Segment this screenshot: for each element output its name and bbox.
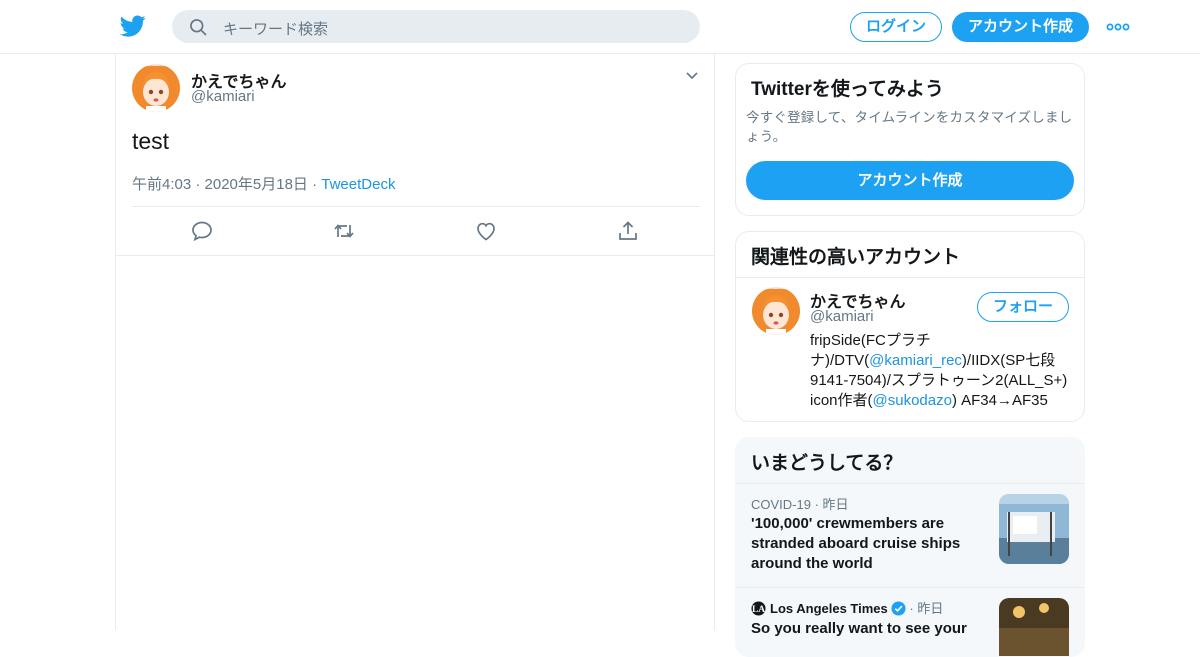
tweet-source-link[interactable]: TweetDeck bbox=[321, 176, 395, 193]
search-input[interactable]: キーワード検索 bbox=[223, 18, 328, 39]
retweet-icon[interactable] bbox=[332, 219, 356, 243]
svg-text:LA: LA bbox=[752, 605, 765, 615]
related-account-handle[interactable]: @kamiari bbox=[810, 308, 874, 325]
tweet-actions bbox=[116, 207, 714, 255]
trend-headline: '100,000' crewmembers are stranded aboar… bbox=[751, 515, 961, 572]
signup-card: Twitterを使ってみよう 今すぐ登録して、タイムラインをカスタマイズしましょ… bbox=[735, 63, 1085, 216]
trends-card: いまどうしてる？ COVID-19 · 昨日 '100,000' crewmem… bbox=[735, 437, 1085, 657]
related-account-bio: fripSide(FCプラチナ)/DTV(@kamiari_rec)/IIDX(… bbox=[810, 331, 1072, 411]
publisher-name[interactable]: Los Angeles Times bbox=[770, 601, 888, 616]
divider bbox=[736, 277, 1084, 278]
reply-icon[interactable] bbox=[190, 219, 214, 243]
like-icon[interactable] bbox=[474, 219, 498, 243]
bio-mention-link[interactable]: @kamiari_rec bbox=[869, 352, 962, 369]
avatar[interactable] bbox=[752, 287, 800, 335]
signup-card-button[interactable]: アカウント作成 bbox=[746, 161, 1074, 200]
trend-time: · 昨日 bbox=[905, 601, 944, 616]
trend-thumbnail bbox=[999, 494, 1069, 564]
avatar[interactable] bbox=[132, 64, 180, 112]
tweet-text: test bbox=[132, 128, 170, 154]
signup-button[interactable]: アカウント作成 bbox=[952, 12, 1089, 42]
verified-badge-icon bbox=[891, 601, 906, 616]
chevron-down-icon[interactable] bbox=[684, 68, 700, 84]
tweet-timestamp: 午前4:03 · 2020年5月18日 · TweetDeck bbox=[132, 173, 395, 194]
tweet-date[interactable]: 午前4:03 · 2020年5月18日 · bbox=[132, 176, 321, 193]
top-nav-bar: キーワード検索 ログイン アカウント作成 bbox=[0, 0, 1200, 54]
tweet-author-handle[interactable]: @kamiari bbox=[191, 88, 255, 105]
trend-item[interactable]: LA Los Angeles Times · 昨日 So you really … bbox=[736, 588, 1084, 656]
twitter-bird-icon[interactable] bbox=[120, 13, 146, 39]
search-bar[interactable]: キーワード検索 bbox=[172, 10, 700, 43]
login-button[interactable]: ログイン bbox=[850, 12, 942, 42]
trend-item[interactable]: COVID-19 · 昨日 '100,000' crewmembers are … bbox=[736, 484, 1084, 587]
more-dots-icon[interactable] bbox=[1106, 19, 1130, 35]
related-accounts-card: 関連性の高いアカウント かえでちゃん @kamiari フォロー fripSid… bbox=[735, 231, 1085, 422]
follow-button[interactable]: フォロー bbox=[977, 292, 1069, 322]
signup-card-title: Twitterを使ってみよう bbox=[751, 79, 944, 100]
share-icon[interactable] bbox=[616, 219, 640, 243]
related-accounts-title: 関連性の高いアカウント bbox=[751, 247, 961, 268]
trends-title: いまどうしてる？ bbox=[751, 453, 903, 474]
tweet-column: かえでちゃん @kamiari test 午前4:03 · 2020年5月18日… bbox=[115, 54, 715, 630]
trend-meta: LA Los Angeles Times · 昨日 bbox=[751, 598, 943, 617]
bio-mention-link[interactable]: @sukodazo bbox=[873, 392, 952, 409]
trend-meta: COVID-19 · 昨日 bbox=[751, 497, 849, 512]
trend-thumbnail bbox=[999, 598, 1069, 656]
signup-card-description: 今すぐ登録して、タイムラインをカスタマイズしましょう。 bbox=[746, 110, 1073, 144]
divider bbox=[116, 255, 714, 256]
bio-text: ) AF34→AF35 bbox=[951, 392, 1048, 409]
search-icon bbox=[190, 19, 207, 36]
publisher-logo-icon: LA bbox=[751, 601, 766, 616]
trend-headline: So you really want to see your bbox=[751, 620, 967, 637]
